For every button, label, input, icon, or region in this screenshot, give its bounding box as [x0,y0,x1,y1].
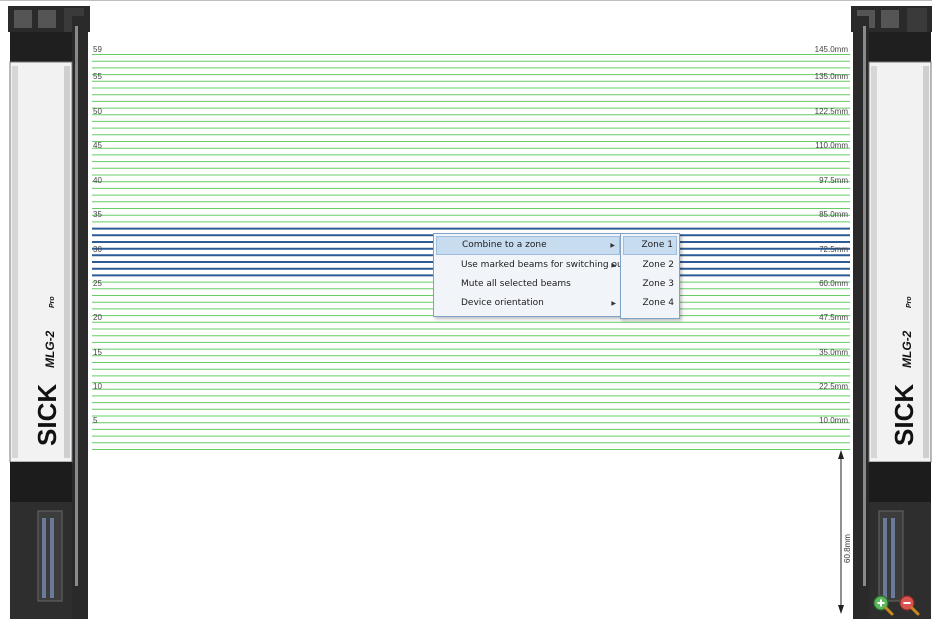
beam-height-label: 47.5mm [819,313,848,322]
submenu-arrow-icon: ▶ [611,300,616,307]
beam-number-label: 25 [93,279,102,288]
zoom-in-icon[interactable] [872,594,894,616]
menu-item-label: Mute all selected beams [461,279,571,289]
beam-height-label: 122.5mm [815,107,849,116]
submenu-arrow-icon: ▶ [611,262,616,269]
submenu-arrow-icon: ▶ [610,242,615,249]
beam-number-label: 55 [93,72,102,81]
beam-height-label: 72.5mm [819,245,848,254]
beam-number-label: 15 [93,348,102,357]
beam-number-label: 10 [93,382,102,391]
menu-item-label: Device orientation [461,298,544,308]
beam-context-menu: Combine to a zone ▶ Use marked beams for… [433,233,641,317]
menu-item-label: Combine to a zone [462,240,547,250]
beam-number-label: 45 [93,141,102,150]
zone-submenu: Zone 1 Zone 2 Zone 3 Zone 4 [620,233,680,319]
beam-number-label: 59 [93,45,102,54]
beam-height-label: 145.0mm [815,45,849,54]
submenu-item-zone-4[interactable]: Zone 4 [623,294,677,313]
beam-number-label: 20 [93,313,102,322]
submenu-item-zone-3[interactable]: Zone 3 [623,275,677,294]
beam-number-label: 30 [93,245,102,254]
beam-height-label: 10.0mm [819,416,848,425]
menu-item-switching-output[interactable]: Use marked beams for switching output ▶ [436,256,641,275]
beam-number-label: 5 [93,416,98,425]
menu-item-combine-zone[interactable]: Combine to a zone ▶ [436,236,620,255]
submenu-item-zone-1[interactable]: Zone 1 [623,236,677,255]
dimension-indicator: 60.8mm [838,450,852,614]
zoom-out-icon[interactable] [898,594,920,616]
beam-number-label: 40 [93,176,102,185]
menu-item-device-orientation[interactable]: Device orientation ▶ [436,294,620,313]
beam-height-label: 22.5mm [819,382,848,391]
beam-number-label: 50 [93,107,102,116]
beam-number-label: 35 [93,210,102,219]
beam-height-label: 60.0mm [819,279,848,288]
submenu-item-zone-2[interactable]: Zone 2 [623,256,677,275]
beam-height-label: 85.0mm [819,210,848,219]
beam-height-label: 35.0mm [819,348,848,357]
beam-height-label: 135.0mm [815,72,849,81]
dimension-label: 60.8mm [843,534,852,563]
beam-height-label: 97.5mm [819,176,848,185]
beam-height-label: 110.0mm [815,141,848,150]
menu-item-mute-beams[interactable]: Mute all selected beams [436,275,620,294]
